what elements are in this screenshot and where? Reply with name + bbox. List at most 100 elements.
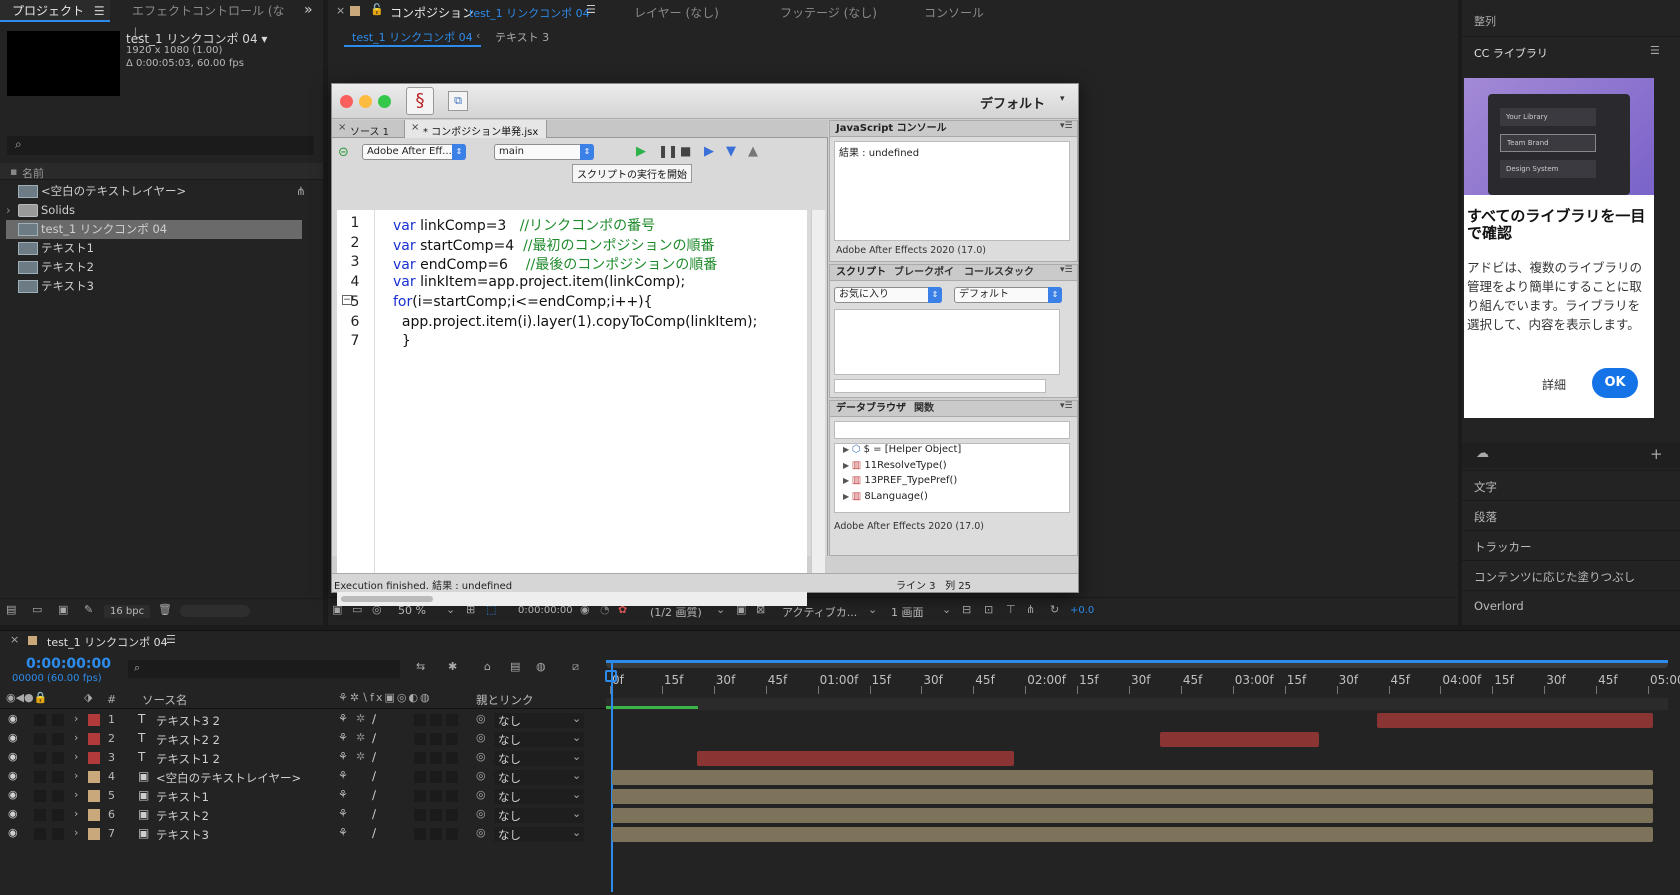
3d-switch[interactable] (446, 828, 458, 840)
close-icon[interactable]: × (336, 4, 345, 17)
brush-icon[interactable]: ✎ (84, 603, 93, 616)
trash-icon[interactable]: 🗑 (158, 603, 172, 616)
code-line[interactable]: var startComp=4 //最初のコンポジションの順番 (393, 235, 715, 255)
default-dropdown[interactable]: デフォルト ⇕ (954, 287, 1062, 303)
browser-tree-item[interactable]: ▶ ⬡ $ = [Helper Object] (843, 444, 961, 455)
layer-name[interactable]: テキスト3 2 (156, 713, 220, 729)
pickwhip-icon[interactable]: ◎ (476, 750, 486, 763)
layer-row[interactable]: ◉ › 7 ▣ テキスト3 ⚘ ∕ ◎ なし ⌄ (0, 825, 1680, 844)
workspace-dropdown[interactable]: デフォルト (980, 93, 1045, 112)
thumbnail-scroller[interactable] (180, 605, 250, 617)
code-line[interactable]: for(i=startComp;i<=endComp;i++){ (393, 294, 653, 310)
step-out-icon[interactable]: ▲ (748, 144, 758, 159)
tab-scripts[interactable]: スクリプト (836, 265, 886, 281)
cloud-icon[interactable]: ☁ (1476, 446, 1489, 461)
timeline-tab-label[interactable]: test_1 リンクコンポ 04 (47, 634, 168, 650)
adjustment-switch[interactable] (430, 733, 442, 745)
layer-duration-bar[interactable] (612, 808, 1653, 823)
time-ruler[interactable]: 0f 15f 30f 45f 01:00f 15f 30f 45f 02:00f 15f 30f 45… (606, 660, 1680, 710)
layer-name[interactable]: テキスト2 (156, 808, 209, 824)
expand-arrow-icon[interactable]: ▶ (843, 476, 852, 485)
audio-switch[interactable] (34, 809, 46, 821)
layer-name[interactable]: テキスト3 (156, 827, 209, 843)
close-icon[interactable]: × (411, 122, 419, 133)
window-close-icon[interactable] (340, 95, 353, 108)
layer-row[interactable]: ◉ › 2 T テキスト2 2 ⚘ ✲ ∕ ◎ なし ⌄ (0, 730, 1680, 749)
layer-name[interactable]: テキスト2 2 (156, 732, 220, 748)
reset-exposure-icon[interactable]: ↻ (1050, 603, 1059, 616)
3d-switch[interactable] (446, 733, 458, 745)
parent-dropdown[interactable]: なし (494, 732, 584, 747)
audio-switch[interactable] (34, 752, 46, 764)
solo-switch[interactable] (52, 733, 64, 745)
collapsed-panel-item[interactable]: Overlord (1462, 590, 1680, 618)
step-over-icon[interactable]: ▶ (704, 144, 714, 159)
panel-menu-icon[interactable]: ☰ (586, 3, 596, 16)
close-icon[interactable]: × (338, 122, 346, 133)
window-minimize-icon[interactable] (359, 95, 372, 108)
project-item[interactable]: › Solids (6, 201, 302, 220)
code-line[interactable]: var linkComp=3 //リンクコンポの番号 (393, 215, 655, 235)
layer-duration-bar[interactable] (1377, 713, 1653, 728)
stop-icon[interactable]: ■ (680, 144, 691, 158)
quality-switch-icon[interactable]: ∕ (372, 788, 376, 802)
scripts-filter-input[interactable] (834, 379, 1046, 393)
adjustment-switch[interactable] (430, 828, 442, 840)
code-line[interactable]: var endComp=6 //最後のコンポジションの順番 (393, 254, 717, 274)
console-title[interactable]: JavaScript コンソール (836, 121, 947, 137)
quality-switch-icon[interactable]: ∕ (372, 769, 376, 783)
panel-menu-icon[interactable]: ☰ (1650, 44, 1660, 57)
audio-switch[interactable] (34, 828, 46, 840)
lock-icon[interactable]: 🔓 (370, 3, 384, 16)
scroll-thumb[interactable] (341, 596, 433, 602)
motion-blur-switch[interactable] (414, 809, 426, 821)
3d-switch[interactable] (446, 809, 458, 821)
link-icon[interactable]: ⊝ (338, 145, 349, 160)
panel-menu-icon[interactable]: ▾☰ (1060, 401, 1073, 411)
playhead-handle[interactable] (605, 670, 617, 682)
label-color-swatch[interactable] (88, 771, 100, 783)
ok-button[interactable]: OK (1592, 368, 1638, 398)
eye-icon[interactable]: ◉ (8, 788, 18, 801)
column-parent[interactable]: 親とリンク (476, 692, 534, 708)
target-app-dropdown[interactable]: Adobe After Eff... ⇕ (362, 144, 466, 160)
shy-switch-icon[interactable]: ⚘ (338, 731, 348, 744)
chevron-right-icon[interactable]: › (6, 201, 11, 220)
new-window-icon[interactable]: ⧉ (448, 91, 468, 111)
code-line[interactable]: } (393, 333, 411, 349)
tab-callstack[interactable]: コールスタック (964, 265, 1034, 281)
eye-icon[interactable]: ◉ (8, 712, 18, 725)
flowchart-icon[interactable]: ⋔ (296, 182, 306, 201)
parent-dropdown[interactable]: なし (494, 751, 584, 766)
layer-name[interactable]: テキスト1 (156, 789, 209, 805)
panel-menu-icon[interactable]: ▾☰ (1060, 121, 1073, 131)
collapsed-panel-item[interactable]: 文字 (1462, 470, 1680, 498)
tab-effect-controls[interactable]: エフェクトコントロール (なし (132, 0, 292, 40)
step-into-icon[interactable]: ▼ (726, 144, 736, 159)
quality-switch-icon[interactable]: ∕ (372, 807, 376, 821)
parent-dropdown[interactable]: なし (494, 713, 584, 728)
quality-switch-icon[interactable]: ∕ (372, 826, 376, 840)
tab-composition-label[interactable]: コンポジション (390, 4, 474, 21)
parent-dropdown[interactable]: なし (494, 789, 584, 804)
collapse-switch-icon[interactable]: ✲ (356, 750, 365, 763)
motion-blur-switch[interactable] (414, 790, 426, 802)
eye-icon[interactable]: ◉ (8, 807, 18, 820)
layer-duration-bar[interactable] (1159, 732, 1319, 747)
expand-arrow-icon[interactable]: ▶ (843, 461, 852, 470)
flowchart-icon[interactable]: ⋔ (1026, 603, 1035, 616)
parent-dropdown[interactable]: なし (494, 827, 584, 842)
close-icon[interactable]: × (10, 633, 19, 646)
pickwhip-icon[interactable]: ◎ (476, 807, 486, 820)
pickwhip-icon[interactable]: ◎ (476, 731, 486, 744)
toggle-3d-icon[interactable]: ⊡ (984, 603, 993, 616)
bpc-button[interactable]: 16 bpc (104, 605, 151, 618)
tab-functions[interactable]: 関数 (914, 401, 934, 417)
panel-menu-icon[interactable]: ☰ (94, 4, 105, 18)
chevron-right-icon[interactable]: › (74, 731, 78, 744)
scripts-list[interactable] (834, 309, 1060, 375)
av-switches-icon[interactable]: ◉◀●🔒 (6, 691, 47, 704)
collapse-switch-icon[interactable]: ✲ (356, 731, 365, 744)
new-comp-icon[interactable]: ▣ (58, 603, 68, 616)
project-item[interactable]: テキスト1 (6, 239, 302, 258)
